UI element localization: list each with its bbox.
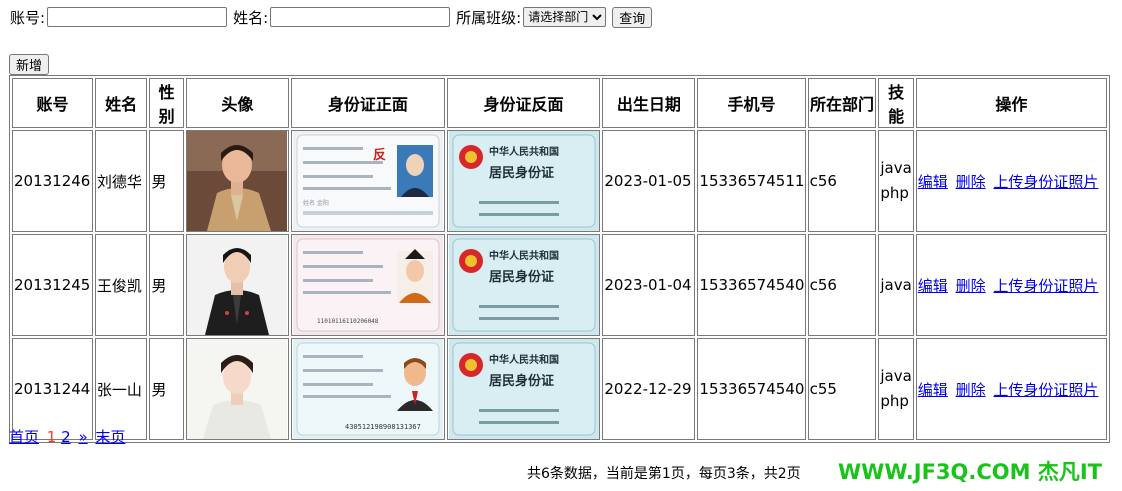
id-card-back-photo: 中华人民共和国 居民身份证 [448,235,599,335]
header-gender: 性别 [149,78,184,128]
header-skills: 技能 [878,78,914,128]
cell-account: 20131246 [12,130,93,232]
avatar-photo [187,235,288,335]
avatar-photo [187,339,288,439]
skill-item: php [880,184,909,202]
cell-phone: 15336574540 [697,338,806,440]
id-back-sub: 居民身份证 [489,269,554,285]
id-back-sub: 居民身份证 [489,373,554,389]
pagination-summary: 共6条数据，当前是第1页，每页3条，共2页 [527,466,801,482]
delete-link[interactable]: 删除 [956,277,986,295]
cell-avatar [185,234,289,336]
cell-skills: java [878,234,914,336]
cell-id-front: 430512198908131367 [290,338,445,440]
query-button[interactable]: 查询 [612,6,653,28]
cell-gender: 男 [149,234,184,336]
cell-phone: 15336574540 [697,234,806,336]
page-2-link[interactable]: 2 [61,428,71,446]
id-back-sub: 居民身份证 [489,165,554,181]
cell-actions: 编辑 删除 上传身份证照片 [915,338,1107,440]
cell-id-front: 11010116110206048 [290,234,445,336]
cell-id-back: 中华人民共和国 居民身份证 [446,130,601,232]
skill-item: java [880,275,912,294]
watermark: WWW.JF3Q.COM 杰凡IT [838,460,1102,484]
id-card-front-photo: 反 姓名 金阳 [292,131,443,231]
id-front-text: 11010116110206048 [317,318,379,325]
svg-text:反: 反 [373,147,386,163]
header-id-front: 身份证正面 [290,78,445,128]
first-page-link[interactable]: 首页 [9,428,39,446]
cell-skills: java php [878,130,914,232]
upload-id-photo-link[interactable]: 上传身份证照片 [993,277,1098,295]
cell-avatar [185,338,289,440]
avatar-photo [187,131,288,231]
pagination: 首页 1 2 » 末页 [9,426,128,447]
cell-avatar [185,130,289,232]
cell-name: 王俊凯 [94,234,148,336]
header-dept: 所在部门 [807,78,877,128]
cell-phone: 15336574511 [697,130,806,232]
table-row: 20131246 刘德华 男 反 姓名 金阳 中华人民共和国 居民身份证 202… [12,130,1107,232]
header-avatar: 头像 [185,78,289,128]
next-page-link[interactable]: » [78,428,87,446]
class-label: 所属班级: [456,8,522,27]
header-actions: 操作 [915,78,1107,128]
cell-actions: 编辑 删除 上传身份证照片 [915,130,1107,232]
cell-birth: 2022-12-29 [602,338,696,440]
header-birth: 出生日期 [602,78,696,128]
header-account: 账号 [12,78,93,128]
cell-gender: 男 [149,338,184,440]
id-back-title: 中华人民共和国 [489,353,559,366]
current-page: 1 [46,428,57,446]
id-back-title: 中华人民共和国 [489,249,559,262]
table-row: 20131244 张一山 男 430512198908131367 中华人民共和… [12,338,1107,440]
cell-skills: java php [878,338,914,440]
id-back-title: 中华人民共和国 [489,145,559,158]
delete-link[interactable]: 删除 [956,381,986,399]
header-phone: 手机号 [697,78,806,128]
user-table: 账号 姓名 性别 头像 身份证正面 身份证反面 出生日期 手机号 所在部门 技能… [9,75,1110,443]
upload-id-photo-link[interactable]: 上传身份证照片 [993,173,1098,191]
cell-name: 张一山 [94,338,148,440]
id-front-text: 430512198908131367 [345,423,421,431]
skill-item: java [880,367,912,385]
skill-item: java [880,159,912,177]
account-input[interactable] [47,7,228,27]
edit-link[interactable]: 编辑 [918,173,948,191]
cell-dept: c55 [807,338,877,440]
last-page-link[interactable]: 末页 [95,428,125,446]
cell-id-front: 反 姓名 金阳 [290,130,445,232]
account-label: 账号: [10,8,46,27]
cell-birth: 2023-01-04 [602,234,696,336]
cell-actions: 编辑 删除 上传身份证照片 [915,234,1107,336]
search-bar: 账号: 姓名: 所属班级: 请选择部门 查询 [10,6,653,28]
cell-id-back: 中华人民共和国 居民身份证 [446,338,601,440]
cell-dept: c56 [807,130,877,232]
edit-link[interactable]: 编辑 [918,381,948,399]
id-card-back-photo: 中华人民共和国 居民身份证 [448,131,599,231]
edit-link[interactable]: 编辑 [918,277,948,295]
table-row: 20131245 王俊凯 男 11010116110206048 中华人民共和国… [12,234,1107,336]
id-card-front-photo: 430512198908131367 [292,339,443,439]
header-id-back: 身份证反面 [446,78,601,128]
cell-dept: c56 [807,234,877,336]
header-name: 姓名 [94,78,148,128]
cell-gender: 男 [149,130,184,232]
id-front-text: 姓名 金阳 [303,199,329,207]
class-select[interactable]: 请选择部门 [523,7,607,27]
id-card-front-photo: 11010116110206048 [292,235,443,335]
name-label: 姓名: [233,8,269,27]
table-header-row: 账号 姓名 性别 头像 身份证正面 身份证反面 出生日期 手机号 所在部门 技能… [12,78,1107,128]
cell-name: 刘德华 [94,130,148,232]
delete-link[interactable]: 删除 [956,173,986,191]
add-button[interactable]: 新增 [9,54,50,75]
name-input[interactable] [270,7,451,27]
cell-account: 20131245 [12,234,93,336]
cell-birth: 2023-01-05 [602,130,696,232]
id-card-back-photo: 中华人民共和国 居民身份证 [448,339,599,439]
cell-id-back: 中华人民共和国 居民身份证 [446,234,601,336]
skill-item: php [880,392,909,410]
cell-account: 20131244 [12,338,93,440]
upload-id-photo-link[interactable]: 上传身份证照片 [993,381,1098,399]
